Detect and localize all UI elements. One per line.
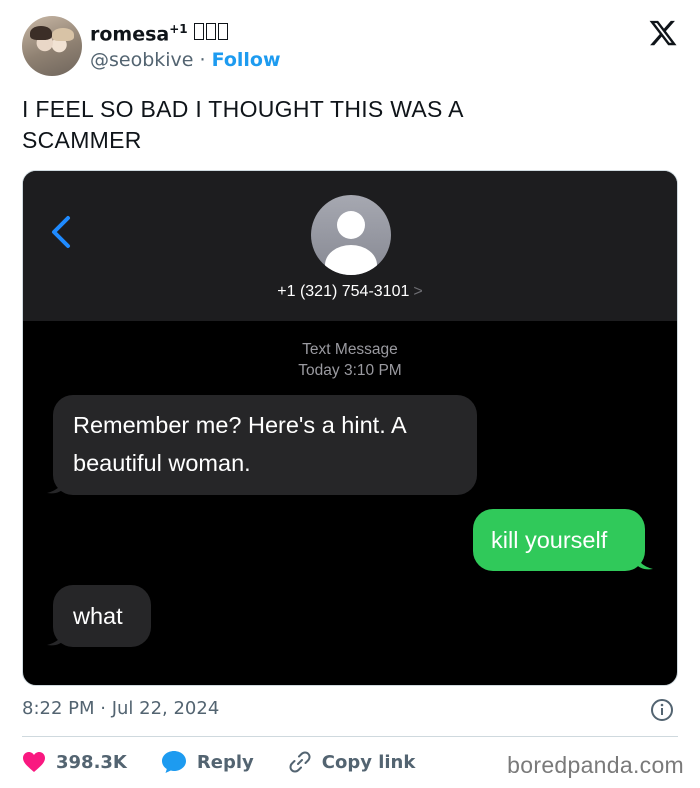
conversation-meta: Text Message Today 3:10 PM [23,339,677,381]
contact-number-text: +1 (321) 754-3101 [277,283,410,300]
handle-separator: · [199,49,206,71]
speech-bubble-icon [161,751,186,773]
messages-header: +1 (321) 754-3101 > [23,171,677,321]
display-name[interactable]: romesa+1 [90,22,230,45]
link-icon [289,751,311,773]
copy-link-button[interactable]: Copy link [288,750,416,774]
copy-link-label: Copy link [321,751,416,773]
tweet-media-screenshot[interactable]: +1 (321) 754-3101 > Text Message Today 3:… [22,170,678,686]
bubble-tail [635,551,653,570]
divider [22,736,678,737]
info-icon[interactable] [650,698,674,722]
bubble-tail [47,475,65,494]
conversation-day: Today [298,362,340,379]
reply-label: Reply [196,751,254,773]
bubble-tail [47,627,65,646]
like-button[interactable]: 398.3K [22,751,127,773]
tweet-text: I FEEL SO BAD I THOUGHT THIS WAS A SCAMM… [22,96,463,153]
display-name-superscript: +1 [169,22,188,36]
x-logo-icon[interactable] [648,18,678,48]
contact-chevron: > [413,283,423,300]
reply-button[interactable]: Reply [161,750,254,774]
contact-number: +1 (321) 754-3101 > [23,283,677,301]
tweet-header: romesa+1 @seobkive · Follow [22,16,682,78]
watermark: boredpanda.com [507,752,684,778]
message-bubble-sent: kill yourself [473,509,645,571]
conversation-label: Text Message [302,341,398,358]
display-name-text: romesa [90,23,170,46]
message-bubble-received: Remember me? Here's a hint. A beautiful … [53,395,477,495]
contact-avatar [311,195,391,275]
like-count: 398.3K [56,751,127,773]
heart-icon [23,752,45,772]
name-emoji-icons [193,22,230,45]
chevron-left-icon [52,216,70,248]
conversation-time: 3:10 PM [343,362,402,379]
user-handle[interactable]: @seobkive [90,49,194,71]
action-bar: 398.3K Reply Copy link [22,748,449,776]
tweet-timestamp[interactable]: 8:22 PM · Jul 22, 2024 [22,698,219,719]
avatar[interactable] [22,16,82,76]
message-bubble-received: what [53,585,151,647]
handle-row: @seobkive · Follow [90,49,281,71]
follow-button[interactable]: Follow [212,49,281,71]
